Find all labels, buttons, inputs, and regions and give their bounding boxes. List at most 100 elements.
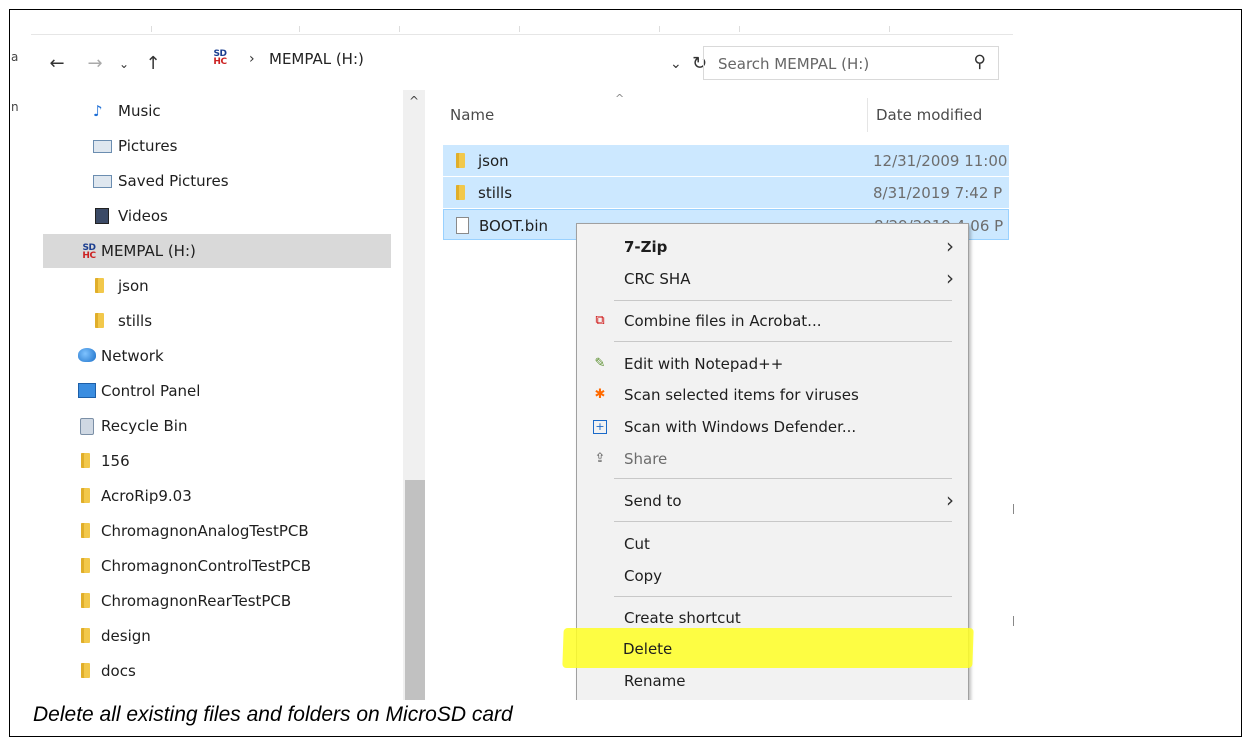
nav-item-mempal[interactable]: SD HC MEMPAL (H:) xyxy=(43,234,391,268)
menu-item-rename[interactable]: Rename xyxy=(577,666,968,697)
menu-item-label: Create shortcut xyxy=(624,609,741,627)
file-row-json[interactable]: json 12/31/2009 11:00 xyxy=(443,145,1009,176)
nav-item-saved-pictures[interactable]: Saved Pictures xyxy=(43,164,391,198)
submenu-arrow-icon: › xyxy=(946,234,954,258)
nav-item-label: Control Panel xyxy=(101,382,201,400)
left-edge-clip: a n xyxy=(10,24,22,700)
chevron-down-icon[interactable]: ⌄ xyxy=(115,52,133,76)
nav-item-design[interactable]: design xyxy=(43,619,391,653)
nav-item-pictures[interactable]: Pictures xyxy=(43,129,391,163)
menu-item-combine-acrobat[interactable]: ⧉ Combine files in Acrobat... xyxy=(577,306,968,337)
search-input[interactable] xyxy=(716,54,960,74)
nav-item-videos[interactable]: Videos xyxy=(43,199,391,233)
scroll-up-icon[interactable]: ^ xyxy=(403,94,425,108)
address-dropdown-icon[interactable]: ⌄ xyxy=(670,56,682,72)
menu-item-label: Scan with Windows Defender... xyxy=(624,418,857,436)
file-name: stills xyxy=(478,184,513,202)
search-box[interactable]: ⚲ xyxy=(703,46,999,80)
menu-item-send-to[interactable]: Send to › xyxy=(577,486,968,517)
control-panel-icon xyxy=(78,383,96,398)
folder-icon xyxy=(81,488,90,503)
nav-item-label: 156 xyxy=(101,452,130,470)
folder-icon xyxy=(81,628,90,643)
nav-item-label: Network xyxy=(101,347,164,365)
tab-strip-edge xyxy=(31,24,1013,35)
nav-scrollbar-thumb[interactable] xyxy=(405,480,425,700)
menu-item-notepad[interactable]: ✎ Edit with Notepad++ xyxy=(577,349,968,380)
menu-item-label: Cut xyxy=(624,535,650,553)
menu-item-label: Delete xyxy=(623,640,673,658)
nav-item-control-panel[interactable]: Control Panel xyxy=(43,374,391,408)
folder-icon xyxy=(81,663,90,678)
column-header-date[interactable]: Date modified xyxy=(876,106,982,124)
nav-item-chromagnon-control[interactable]: ChromagnonControlTestPCB xyxy=(43,549,391,583)
column-header-name[interactable]: Name xyxy=(450,106,494,124)
music-icon: ♪ xyxy=(93,102,103,120)
nav-item-chromagnon-analog[interactable]: ChromagnonAnalogTestPCB xyxy=(43,514,391,548)
acrobat-icon: ⧉ xyxy=(595,313,605,328)
menu-separator xyxy=(614,341,952,342)
folder-icon xyxy=(81,593,90,608)
nav-item-label: ChromagnonRearTestPCB xyxy=(101,592,292,610)
menu-item-label: Scan selected items for viruses xyxy=(624,386,859,404)
menu-item-label: CRC SHA xyxy=(624,270,691,288)
nav-item-recycle-bin[interactable]: Recycle Bin xyxy=(43,409,391,443)
menu-item-share[interactable]: ⇪ Share xyxy=(577,444,968,475)
nav-item-network[interactable]: Network xyxy=(43,339,391,373)
menu-separator xyxy=(614,596,952,597)
sd-card-icon: SD HC xyxy=(213,49,227,67)
nav-item-label: Music xyxy=(118,102,161,120)
menu-item-crc-sha[interactable]: CRC SHA › xyxy=(577,264,968,295)
back-arrow-icon[interactable]: ← xyxy=(45,52,69,76)
menu-item-cut[interactable]: Cut xyxy=(577,529,968,560)
file-icon xyxy=(456,217,469,234)
nav-item-json[interactable]: json xyxy=(43,269,391,303)
folder-icon xyxy=(456,185,465,200)
menu-item-scan-viruses[interactable]: ✱ Scan selected items for viruses xyxy=(577,380,968,411)
nav-item-docs[interactable]: docs xyxy=(43,654,391,688)
share-icon: ⇪ xyxy=(594,451,606,466)
nav-item-stills[interactable]: stills xyxy=(43,304,391,338)
file-row-stills[interactable]: stills 8/31/2019 7:42 P xyxy=(443,177,1009,208)
nav-item-label: json xyxy=(118,277,149,295)
menu-item-label: Edit with Notepad++ xyxy=(624,355,784,373)
menu-item-scan-defender[interactable]: + Scan with Windows Defender... xyxy=(577,412,968,443)
menu-item-delete[interactable]: Delete xyxy=(576,634,967,665)
column-divider[interactable] xyxy=(867,98,868,132)
menu-item-copy[interactable]: Copy xyxy=(577,561,968,592)
nav-item-156[interactable]: 156 xyxy=(43,444,391,478)
file-date: 12/31/2009 11:00 xyxy=(873,152,1008,170)
menu-item-label: Send to xyxy=(624,492,682,510)
menu-item-7zip[interactable]: 7-Zip › xyxy=(577,232,968,263)
pictures-icon xyxy=(93,175,112,188)
nav-item-label: MEMPAL (H:) xyxy=(101,242,196,260)
notepad-icon: ✎ xyxy=(594,356,606,371)
file-date: 8/31/2019 7:42 P xyxy=(873,184,1003,202)
recycle-bin-icon xyxy=(80,418,94,435)
file-explorer-window: ← → ⌄ ↑ SDHC › MEMPAL (H:) ⌄ ↻ ⚲ ♪ Music xyxy=(31,24,1013,700)
nav-item-label: design xyxy=(101,627,151,645)
sd-card-icon: SD HC xyxy=(82,243,96,261)
search-icon[interactable]: ⚲ xyxy=(974,52,986,72)
network-icon xyxy=(78,348,96,362)
address-breadcrumb-box[interactable]: SD HC › MEMPAL (H:) xyxy=(208,46,678,76)
nav-item-acrorip[interactable]: AcroRip9.03 xyxy=(43,479,391,513)
nav-item-label: ChromagnonControlTestPCB xyxy=(101,557,312,575)
file-name: BOOT.bin xyxy=(479,217,548,235)
avast-icon: ✱ xyxy=(594,387,606,402)
right-edge-marks xyxy=(1013,24,1021,700)
breadcrumb[interactable]: MEMPAL (H:) xyxy=(269,50,364,68)
up-arrow-icon[interactable]: ↑ xyxy=(141,52,165,76)
nav-item-music[interactable]: ♪ Music xyxy=(43,94,391,128)
nav-item-chromagnon-rear[interactable]: ChromagnonRearTestPCB xyxy=(43,584,391,618)
menu-separator xyxy=(614,521,952,522)
menu-item-label: 7-Zip xyxy=(624,238,668,256)
breadcrumb-separator-icon: › xyxy=(249,51,255,67)
pictures-icon xyxy=(93,140,112,153)
folder-icon xyxy=(95,278,104,293)
submenu-arrow-icon: › xyxy=(946,488,954,512)
menu-separator xyxy=(614,300,952,301)
figure-caption: Delete all existing files and folders on… xyxy=(33,703,513,726)
menu-item-label: Combine files in Acrobat... xyxy=(624,312,822,330)
forward-arrow-icon[interactable]: → xyxy=(83,52,107,76)
